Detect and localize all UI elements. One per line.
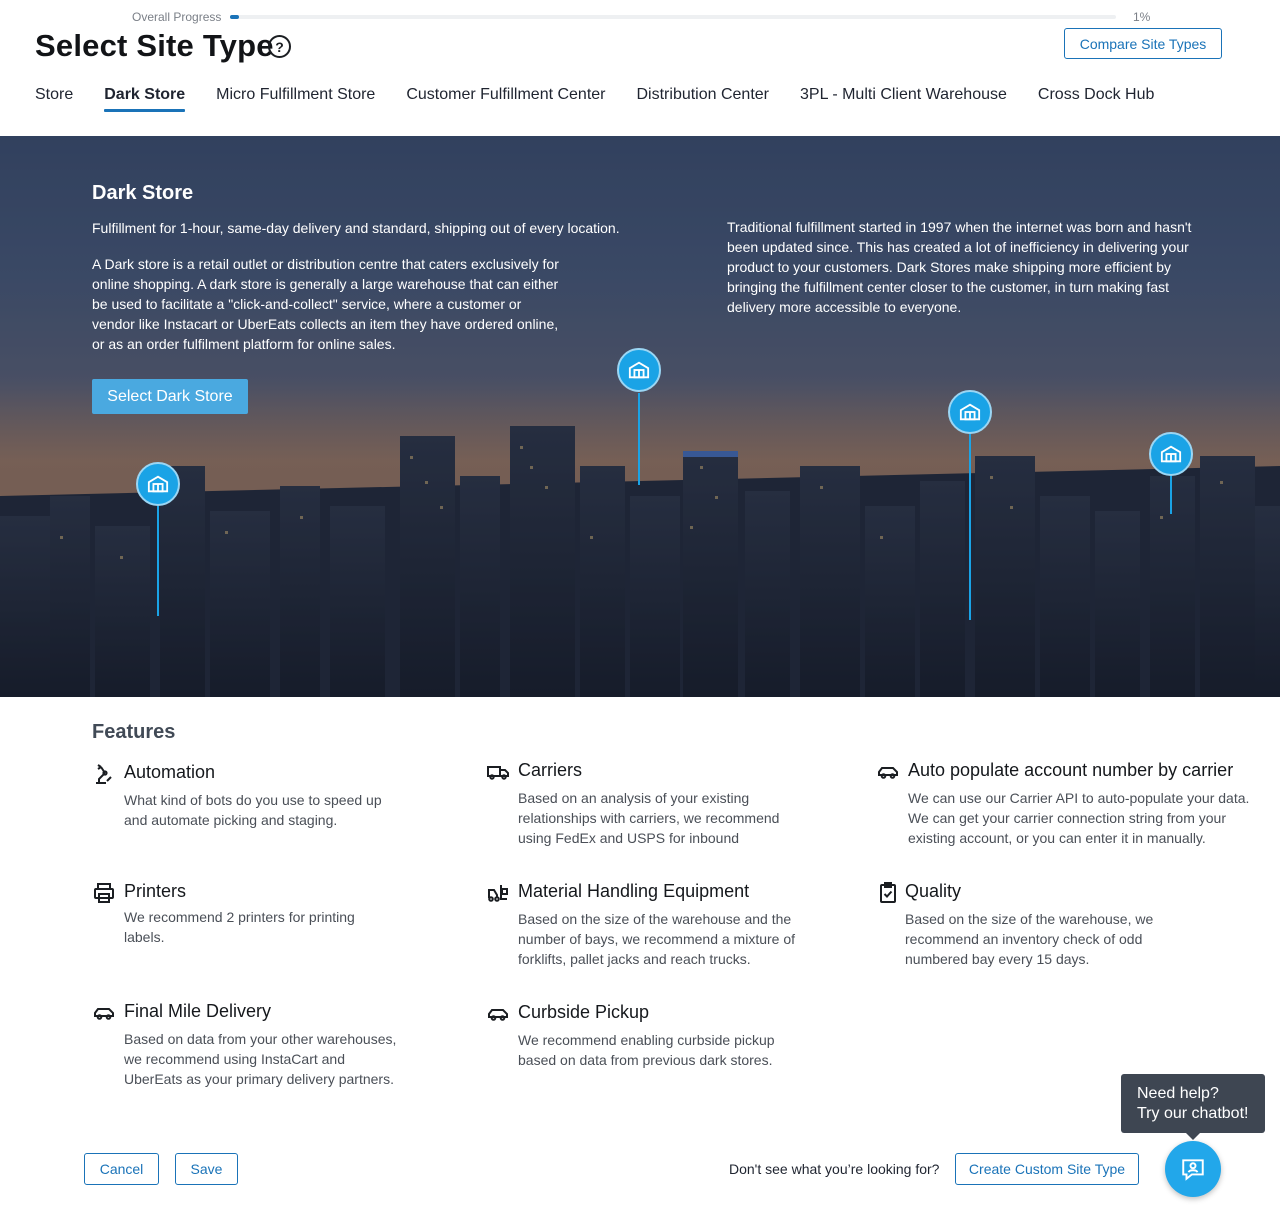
feature-description: We recommend enabling curbside pickup ba… [518, 1032, 775, 1068]
features-title: Features [92, 721, 176, 743]
warehouse-icon [147, 475, 169, 493]
warehouse-icon [1160, 445, 1182, 463]
feature-material-handling: Material Handling Equipment Based on the… [486, 881, 866, 971]
feature-title: Material Handling Equipment [518, 881, 750, 901]
tab-cross-dock-hub[interactable]: Cross Dock Hub [1038, 86, 1154, 112]
progress-bar [230, 15, 1116, 19]
tab-distribution-center[interactable]: Distribution Center [637, 86, 770, 112]
feature-description: What kind of bots do you use to speed up… [124, 792, 382, 828]
feature-title: Curbside Pickup [518, 1002, 650, 1022]
map-pin[interactable] [136, 462, 180, 506]
feature-title: Auto populate account number by carrier [908, 760, 1234, 780]
tab-customer-fulfillment-center[interactable]: Customer Fulfillment Center [406, 86, 605, 112]
car-icon [488, 1009, 508, 1021]
progress-percent: 1% [1133, 10, 1151, 24]
feature-title: Final Mile Delivery [124, 1001, 272, 1021]
tab-dark-store[interactable]: Dark Store [104, 86, 185, 112]
hero-title: Dark Store [92, 182, 194, 204]
feature-auto-populate: Auto populate account number by carrier … [876, 760, 1256, 850]
map-pin[interactable] [1149, 432, 1193, 476]
map-pin[interactable] [948, 390, 992, 434]
looking-for-text: Don't see what you’re looking for? [729, 1161, 940, 1177]
chatbot-button[interactable] [1165, 1141, 1221, 1197]
progress-label: Overall Progress [132, 10, 222, 24]
truck-icon [487, 766, 509, 780]
tab-store[interactable]: Store [35, 86, 73, 112]
warehouse-icon [628, 361, 650, 379]
map-pin-line [638, 393, 640, 485]
feature-description: Based on the size of the warehouse and t… [518, 911, 796, 967]
chat-tooltip-line2: Try our chatbot! [1137, 1105, 1249, 1122]
cancel-button[interactable]: Cancel [84, 1153, 159, 1185]
car-icon [878, 767, 898, 779]
hero-banner: Dark Store Fulfillment for 1-hour, same-… [0, 136, 1280, 697]
save-button[interactable]: Save [175, 1153, 238, 1185]
feature-quality: Quality Based on the size of the warehou… [876, 881, 1256, 971]
forklift-icon [488, 885, 508, 902]
feature-curbside-pickup: Curbside Pickup We recommend enabling cu… [486, 1002, 866, 1072]
feature-title: Printers [124, 881, 187, 901]
page-title: Select Site Type [35, 28, 274, 63]
feature-description: Based on an analysis of your existing re… [518, 790, 780, 846]
feature-printers: Printers We recommend 2 printers for pri… [92, 881, 472, 951]
feature-title: Quality [905, 881, 962, 901]
chat-tooltip: Need help? Try our chatbot! [1121, 1074, 1265, 1140]
map-pin-line [969, 434, 971, 620]
chat-tooltip-line1: Need help? [1137, 1085, 1219, 1102]
tab-3pl-multi-client-warehouse[interactable]: 3PL - Multi Client Warehouse [800, 86, 1007, 112]
feature-description: Based on data from your other warehouses… [124, 1031, 397, 1087]
feature-title: Carriers [518, 760, 583, 780]
site-type-tabs: Store Dark Store Micro Fulfillment Store… [35, 86, 1185, 112]
feature-description: We recommend 2 printers for printing lab… [124, 909, 355, 945]
map-pin-line [1170, 476, 1172, 514]
feature-title: Automation [124, 762, 216, 782]
map-pin[interactable] [617, 348, 661, 392]
hero-description: A Dark store is a retail outlet or distr… [92, 256, 559, 352]
select-dark-store-button[interactable]: Select Dark Store [92, 379, 248, 414]
hero-right-text: Traditional fulfillment started in 1997 … [727, 219, 1192, 315]
car-icon [94, 1008, 114, 1020]
create-custom-site-type-button[interactable]: Create Custom Site Type [955, 1153, 1139, 1185]
feature-description: Based on the size of the warehouse, we r… [905, 911, 1154, 967]
compare-site-types-button[interactable]: Compare Site Types [1064, 28, 1222, 59]
robot-arm-icon [96, 764, 112, 784]
map-pin-line [157, 506, 159, 616]
feature-carriers: Carriers Based on an analysis of your ex… [486, 760, 866, 850]
tab-micro-fulfillment-store[interactable]: Micro Fulfillment Store [216, 86, 375, 112]
question-circle-icon[interactable]: ? [268, 35, 291, 58]
clipboard-check-icon [880, 882, 896, 903]
chatbot-icon [1182, 1159, 1204, 1181]
feature-final-mile: Final Mile Delivery Based on data from y… [92, 1001, 472, 1091]
feature-automation: Automation What kind of bots do you use … [92, 762, 472, 832]
hero-subtitle: Fulfillment for 1-hour, same-day deliver… [92, 220, 620, 236]
feature-description: We can use our Carrier API to auto-popul… [908, 790, 1250, 846]
printer-icon [94, 883, 114, 903]
warehouse-icon [959, 403, 981, 421]
